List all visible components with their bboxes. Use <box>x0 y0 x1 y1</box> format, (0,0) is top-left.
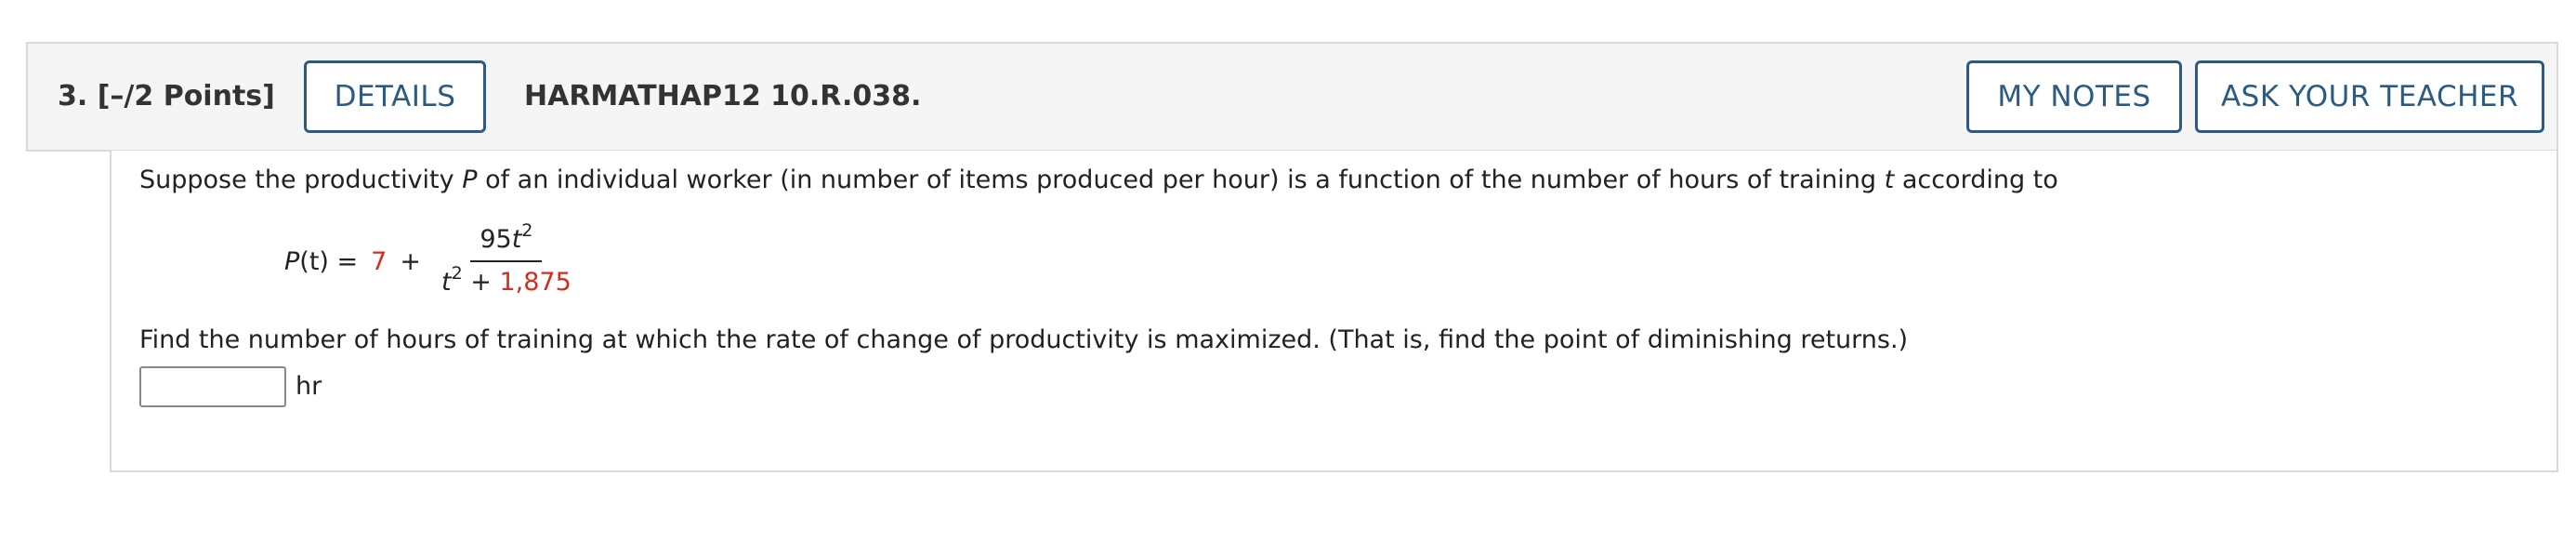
numerator-variable: t <box>511 225 522 254</box>
formula-argument: (t) = <box>299 246 359 276</box>
ask-your-teacher-button[interactable]: ASK YOUR TEACHER <box>2195 60 2544 133</box>
formula-lhs: P(t) = <box>284 247 358 276</box>
question-prompt: Find the number of hours of training at … <box>139 325 1909 354</box>
question-header: 3. [–/2 Points] DETAILS HARMATHAP12 10.R… <box>26 42 2558 152</box>
denominator-constant: 1,875 <box>499 268 572 297</box>
numerator-exponent: 2 <box>521 220 533 241</box>
answer-input[interactable] <box>139 366 286 407</box>
intro-text-2: of an individual worker (in number of it… <box>477 166 1885 194</box>
problem-intro: Suppose the productivity P of an individ… <box>139 164 2058 197</box>
denominator-exponent: 2 <box>451 263 463 284</box>
productivity-formula: P(t) = 7 + 95t2 t2 + 1,875 <box>284 219 575 303</box>
numerator-coefficient: 95 <box>480 225 512 254</box>
formula-constant: 7 <box>371 246 388 276</box>
intro-variable-p: P <box>462 166 478 194</box>
question-id: HARMATHAP12 10.R.038. <box>524 80 922 113</box>
question-number: 3. [–/2 Points] <box>58 80 275 113</box>
denominator-plus: + <box>462 268 500 297</box>
intro-text-1: Suppose the productivity <box>139 166 463 194</box>
answer-row: hr <box>139 366 322 407</box>
answer-unit: hr <box>296 372 322 401</box>
denominator-variable: t <box>440 268 452 297</box>
details-button[interactable]: DETAILS <box>304 60 486 133</box>
formula-plus: + <box>400 246 421 276</box>
fraction-numerator: 95t2 <box>470 220 543 262</box>
question-body: Suppose the productivity P of an individ… <box>110 151 2558 472</box>
fraction-denominator: t2 + 1,875 <box>438 262 575 299</box>
formula-fraction: 95t2 t2 + 1,875 <box>438 220 575 299</box>
intro-text-3: according to <box>1894 166 2058 194</box>
my-notes-button[interactable]: MY NOTES <box>1966 60 2182 133</box>
intro-variable-t: t <box>1884 166 1895 194</box>
formula-function-name: P <box>284 246 300 276</box>
